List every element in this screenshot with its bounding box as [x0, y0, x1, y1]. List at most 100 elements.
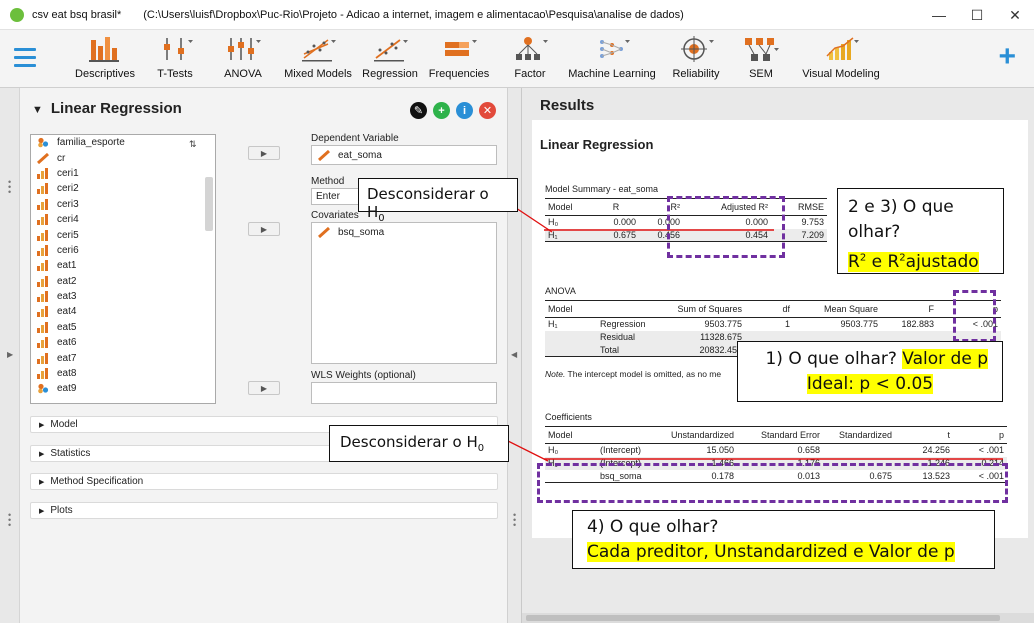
close-window-button[interactable]: ✕	[996, 0, 1034, 30]
left-splitter[interactable]: • • • ▶ • • •	[0, 88, 20, 623]
analysis-panel: ▼ Linear Regression ✎ + i ✕ familia_espor…	[20, 88, 508, 623]
list-item[interactable]: ceri5	[31, 227, 215, 242]
list-item[interactable]: eat4	[31, 304, 215, 319]
wls-weights-box[interactable]	[311, 382, 497, 404]
list-item[interactable]: eat7	[31, 350, 215, 365]
table-row: H₁ Regression 9503.775 1 9503.775 182.883 < .0…	[548, 319, 998, 330]
ribbon-factor[interactable]: Factor	[508, 34, 552, 84]
reliability-icon	[681, 36, 714, 62]
ribbon-toolbar: Descriptives T-Tests ANOVA Mixed Models …	[0, 30, 1034, 88]
ribbon-anova[interactable]: ANOVA	[218, 34, 268, 84]
ordinal-variable-icon	[37, 306, 48, 318]
ordinal-variable-icon	[37, 167, 48, 179]
list-item[interactable]: eat5	[31, 320, 215, 335]
covariate-item[interactable]: bsq_soma	[312, 223, 496, 241]
anova-note: Note. The intercept model is omitted, as…	[545, 369, 722, 379]
window-title: csv eat bsq brasil*	[32, 8, 122, 21]
info-icon[interactable]: i	[456, 102, 473, 119]
callout-ignore-h0-top: Desconsiderar o H0	[358, 178, 518, 224]
callout-p-value: 1) O que olhar? Valor de p Ideal: p < 0.…	[737, 341, 1003, 402]
list-item[interactable]: ceri6	[31, 243, 215, 258]
list-item[interactable]: ceri1	[31, 166, 215, 181]
section-plots[interactable]: ▶ Plots	[30, 502, 498, 519]
list-item[interactable]: ceri3	[31, 197, 215, 212]
duplicate-analysis-icon[interactable]: +	[433, 102, 450, 119]
wls-label: WLS Weights (optional)	[311, 370, 416, 381]
section-method-specification[interactable]: ▶ Method Specification	[30, 473, 498, 490]
dependent-label: Dependent Variable	[311, 133, 399, 144]
anova-icon	[228, 38, 261, 60]
move-to-covariates-button[interactable]: ▶	[248, 222, 280, 236]
ribbon-ttests[interactable]: T-Tests	[150, 34, 200, 84]
p-value-highlight-box	[953, 290, 996, 342]
ribbon-descriptives[interactable]: Descriptives	[72, 34, 138, 84]
ordinal-variable-icon	[37, 352, 48, 364]
ordinal-variable-icon	[37, 337, 48, 349]
callout-coefficients: 4) O que olhar? Cada preditor, Unstandar…	[572, 510, 995, 569]
ordinal-variable-icon	[37, 183, 48, 195]
variable-list-scrollbar[interactable]	[205, 177, 213, 231]
ordinal-variable-icon	[37, 244, 48, 256]
frequencies-icon	[445, 40, 477, 56]
list-item[interactable]: ceri4	[31, 212, 215, 227]
maximize-button[interactable]: ☐	[958, 0, 996, 30]
ordinal-variable-icon	[37, 198, 48, 210]
ordinal-variable-icon	[37, 368, 48, 380]
table-row: H₀ (Intercept) 15.050 0.658 24.256 < .001	[548, 445, 1004, 456]
edit-title-icon[interactable]: ✎	[410, 102, 427, 119]
title-bar: csv eat bsq brasil* (C:\Users\luisf\Drop…	[0, 0, 1034, 30]
ribbon-regression[interactable]: Regression	[362, 34, 418, 84]
anova-caption: ANOVA	[545, 286, 576, 296]
list-item[interactable]: eat8	[31, 366, 215, 381]
list-item[interactable]: familia_esporte	[31, 135, 215, 150]
move-to-dependent-button[interactable]: ▶	[248, 146, 280, 160]
machine-learning-icon	[600, 40, 630, 58]
ribbon-frequencies[interactable]: Frequencies	[428, 34, 490, 84]
list-item[interactable]: eat3	[31, 289, 215, 304]
results-header: Results	[540, 97, 595, 114]
list-item[interactable]: eat1	[31, 258, 215, 273]
dependent-variable-box[interactable]: eat_soma	[311, 145, 497, 165]
scale-variable-icon	[318, 149, 330, 161]
menu-icon[interactable]	[14, 48, 36, 68]
add-module-button[interactable]: +	[998, 42, 1016, 72]
factor-icon	[516, 37, 548, 60]
covariates-box[interactable]: bsq_soma	[311, 222, 497, 364]
window-path: (C:\Users\luisf\Dropbox\Puc-Rio\Projeto …	[143, 8, 684, 21]
middle-splitter[interactable]: ••• ◀ •••	[508, 88, 522, 623]
ordinal-variable-icon	[37, 321, 48, 333]
ordinal-variable-icon	[37, 260, 48, 272]
sort-icon[interactable]: ⇅	[189, 139, 197, 150]
results-analysis-title: Linear Regression	[540, 137, 654, 152]
coefficients-caption: Coefficients	[545, 412, 592, 422]
ribbon-reliability[interactable]: Reliability	[668, 34, 724, 84]
callout-r2: 2 e 3) O que olhar? R2 e R2ajustado	[837, 188, 1004, 274]
nominal-variable-icon	[38, 138, 49, 148]
minimize-button[interactable]: —	[920, 0, 958, 30]
ordinal-variable-icon	[37, 214, 48, 226]
list-item[interactable]: eat2	[31, 274, 215, 289]
list-item[interactable]: cr	[31, 150, 215, 165]
list-item[interactable]: eat9	[31, 381, 215, 396]
move-to-wls-button[interactable]: ▶	[248, 381, 280, 395]
analysis-title[interactable]: ▼ Linear Regression	[32, 100, 182, 117]
list-item[interactable]: eat6	[31, 335, 215, 350]
ribbon-mixed-models[interactable]: Mixed Models	[282, 34, 354, 84]
scale-variable-icon	[37, 152, 49, 164]
method-label: Method	[311, 176, 345, 187]
ribbon-visual-modeling[interactable]: Visual Modeling	[800, 34, 882, 84]
covariates-label: Covariates	[311, 210, 359, 221]
model-summary-caption: Model Summary - eat_soma	[545, 184, 659, 194]
coefficients-highlight-box	[537, 463, 1008, 503]
list-item[interactable]: ceri2	[31, 181, 215, 196]
remove-analysis-icon[interactable]: ✕	[479, 102, 496, 119]
scale-variable-icon	[318, 226, 330, 238]
ribbon-sem[interactable]: SEM	[738, 34, 784, 84]
ribbon-machine-learning[interactable]: Machine Learning	[566, 34, 658, 84]
ttests-icon	[164, 38, 193, 60]
regression-icon	[374, 39, 408, 62]
results-horizontal-scrollbar[interactable]	[522, 613, 1034, 623]
app-logo-icon	[10, 7, 24, 22]
variable-list[interactable]: familia_esporte cr ceri1 ceri2 ceri3 ceri4 cer…	[30, 134, 216, 404]
dependent-variable-value: eat_soma	[338, 149, 382, 161]
